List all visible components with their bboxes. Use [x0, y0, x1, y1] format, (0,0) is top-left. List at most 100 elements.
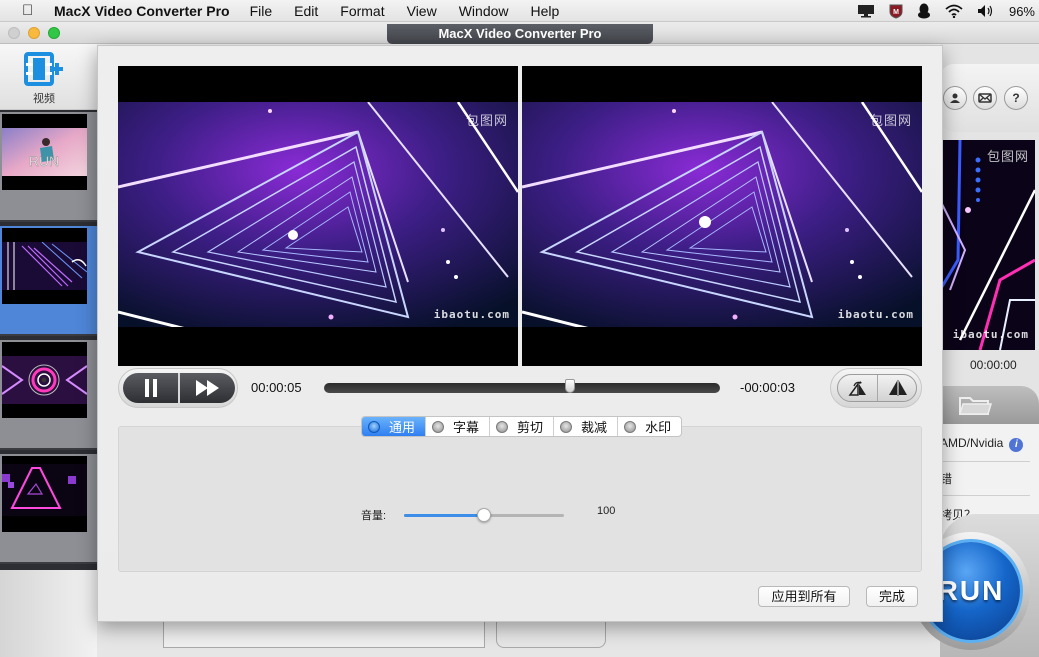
radio-icon [560, 420, 573, 433]
add-video-label: 视频 [33, 93, 55, 105]
hw-accel-row[interactable]: AMD/Nvidia i [940, 436, 1030, 462]
settings-panel [118, 426, 922, 572]
email-button[interactable] [973, 86, 997, 110]
current-time: 00:00:05 [251, 380, 302, 395]
tab-general[interactable]: 通用 [362, 417, 427, 436]
video-thumbnail-run: RUN [2, 114, 87, 190]
video-list-item[interactable]: RUN [0, 112, 97, 222]
right-toolbar: ? [940, 64, 1039, 132]
battery-percent[interactable]: 96% [1009, 4, 1035, 19]
qq-penguin-icon[interactable] [917, 3, 931, 19]
mcafee-shield-icon[interactable]: M [889, 4, 903, 19]
done-button[interactable]: 完成 [866, 586, 918, 607]
svg-text:RUN: RUN [29, 153, 59, 169]
volume-label: 音量: [361, 510, 387, 522]
tab-trim[interactable]: 剪切 [490, 417, 555, 436]
seek-handle[interactable] [564, 379, 575, 393]
window-minimize-button[interactable] [28, 27, 40, 39]
original-video-frame [118, 102, 518, 327]
right-preview-time: 00:00:00 [970, 358, 1017, 372]
watermark-en: ibaotu.com [433, 308, 510, 321]
menu-edit[interactable]: Edit [294, 3, 318, 19]
menu-window[interactable]: Window [459, 3, 509, 19]
svg-text:M: M [893, 9, 899, 16]
help-button[interactable]: ? [1004, 86, 1028, 110]
radio-icon [496, 420, 509, 433]
status-tray: M 96% [843, 0, 1035, 22]
watermark-en: ibaotu.com [837, 308, 914, 321]
menu-bar:  MacX Video Converter Pro File Edit For… [0, 0, 1039, 22]
tab-subtitle[interactable]: 字幕 [426, 417, 491, 436]
radio-selected-icon [368, 420, 380, 433]
output-tab[interactable] [940, 386, 1039, 424]
menu-format[interactable]: Format [340, 3, 384, 19]
info-icon[interactable]: i [1009, 438, 1024, 452]
play-controls-group [118, 368, 238, 408]
tab-watermark[interactable]: 水印 [618, 417, 681, 436]
video-thumbnail-neon-triangle [2, 456, 87, 532]
volume-slider-fill [404, 514, 484, 517]
output-video-frame [522, 102, 922, 327]
apple-menu-icon[interactable]:  [22, 2, 38, 19]
rotate-icon [848, 381, 866, 396]
tab-subtitle-label: 字幕 [453, 420, 480, 435]
right-preview-image: 包图网 ibaotu.com [940, 140, 1035, 350]
tab-crop[interactable]: 裁减 [554, 417, 619, 436]
menu-app-name[interactable]: MacX Video Converter Pro [54, 3, 230, 19]
rotate-button[interactable] [838, 375, 877, 401]
volume-slider-handle[interactable] [477, 508, 491, 522]
volume-icon[interactable] [977, 4, 995, 18]
pause-button[interactable] [123, 373, 178, 403]
radio-icon [624, 420, 637, 433]
window-close-button[interactable] [8, 27, 20, 39]
add-video-button[interactable]: 视频 [0, 44, 97, 110]
video-thumbnail-neon-circle [2, 342, 87, 418]
video-list: RUN [0, 110, 97, 570]
folder-icon [958, 397, 992, 415]
run-area: RUN [912, 514, 1039, 657]
playback-controls: 00:00:05 -00:00:03 [118, 368, 922, 408]
hw-accel-label: AMD/Nvidia [940, 436, 1004, 450]
flip-icon [888, 380, 907, 396]
question-icon: ? [1012, 91, 1020, 105]
tab-watermark-label: 水印 [645, 420, 672, 435]
display-icon[interactable] [857, 4, 875, 18]
video-list-item[interactable] [0, 454, 97, 564]
radio-icon [432, 420, 445, 433]
video-list-item[interactable] [0, 340, 97, 450]
menu-view[interactable]: View [407, 3, 437, 19]
output-folder-buttons[interactable] [496, 620, 606, 648]
fast-forward-button[interactable] [180, 373, 235, 403]
pause-icon [144, 379, 157, 397]
menu-file[interactable]: File [250, 3, 273, 19]
transform-controls-group [830, 368, 922, 408]
menu-help[interactable]: Help [531, 3, 560, 19]
video-thumbnail-neon-tunnel [2, 228, 87, 304]
video-list-item-selected[interactable] [0, 226, 97, 336]
wifi-icon[interactable] [945, 4, 963, 18]
left-footer [0, 570, 97, 657]
fast-forward-icon [195, 380, 219, 396]
flip-button[interactable] [878, 375, 917, 401]
user-icon [950, 93, 960, 103]
envelope-icon [978, 93, 992, 103]
settings-tabs: 通用 字幕 剪切 裁减 水印 [361, 416, 683, 437]
account-button[interactable] [943, 86, 967, 110]
tab-general-label: 通用 [389, 420, 416, 435]
output-video-preview: 包图网 ibaotu.com [522, 66, 922, 366]
seek-slider[interactable] [324, 379, 720, 393]
output-folder-field[interactable] [163, 620, 485, 648]
option-row-2[interactable]: 错 [940, 470, 1030, 496]
apply-to-all-button[interactable]: 应用到所有 [758, 586, 850, 607]
right-watermark-cn: 包图网 [986, 149, 1029, 164]
volume-value: 100 [597, 505, 616, 517]
remaining-time: -00:00:03 [740, 380, 795, 395]
add-video-icon [24, 52, 63, 86]
window-zoom-button[interactable] [48, 27, 60, 39]
volume-slider[interactable] [404, 508, 564, 522]
window-title: MacX Video Converter Pro [387, 24, 653, 44]
original-video-preview: 包图网 ibaotu.com [118, 66, 518, 366]
title-bar: MacX Video Converter Pro [0, 22, 1039, 44]
tab-crop-label: 裁减 [581, 420, 608, 435]
edit-dialog: 包图网 ibaotu.com 包图网 ibaotu.com 00:00:05 -… [97, 45, 943, 622]
